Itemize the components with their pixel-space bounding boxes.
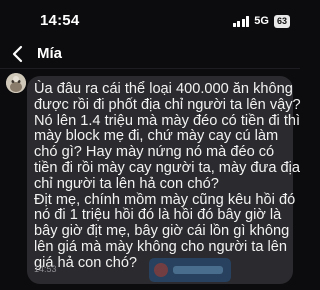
status-time: 14:54 (40, 12, 80, 29)
message-line: Ùa đâu ra cái thể loại 400.000 ăn không (34, 81, 293, 97)
message-line: chó gì? Hay mày nứng nó mà đéo có (34, 144, 275, 161)
chevron-left-icon[interactable] (8, 44, 28, 64)
message-line: tiền đi rồi mày cay người ta, mày đưa đị… (34, 159, 300, 176)
avatar-icon (6, 73, 26, 93)
contact-name[interactable]: Mía (37, 45, 62, 62)
message-line: Nó lên 1.4 triệu mà mày đéo có tiền đi t… (34, 112, 301, 129)
message-text: Ùa đâu ra cái thể loại 400.000 ăn không đ… (34, 81, 301, 272)
header-divider (0, 68, 300, 69)
status-indicators: 5G 63 (232, 13, 290, 29)
message-line: Địt mẹ, chính mồm mày cũng kêu hồi đó (34, 191, 296, 208)
message-line: mày block mẹ đi, chứ mày cay cú làm (34, 128, 279, 145)
message-line: lên giá mà mày không cho người ta lên (34, 238, 287, 255)
watermark-logo (149, 258, 231, 282)
network-type: 5G (254, 15, 269, 27)
status-bar: 14:54 5G 63 (0, 0, 300, 40)
message-bubble[interactable]: Ùa đâu ra cái thể loại 400.000 ăn không đ… (27, 76, 301, 284)
avatar[interactable] (6, 73, 26, 93)
signal-bars-icon (232, 15, 250, 27)
message-line: được rồi đi phốt địa chỉ người ta lên vậ… (34, 96, 301, 113)
battery-icon: 63 (273, 14, 290, 28)
message-line: nó đi 1 triệu hồi đó là hồi đó bây giờ l… (34, 207, 282, 224)
chat-header: Mía (0, 40, 300, 68)
message-timestamp: 14:53 (34, 264, 57, 274)
message-line: chỉ người ta lên hả con chó? (34, 175, 219, 192)
message-line: bây giờ địt mẹ, bây giờ cái lồn gì không (34, 223, 290, 240)
